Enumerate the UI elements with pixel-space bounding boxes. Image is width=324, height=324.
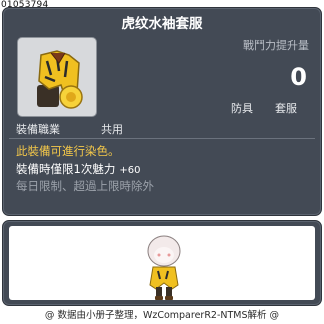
dye-note: 此裝備可進行染色。 — [16, 144, 120, 158]
limit-note: 每日限制、超過上限時除外 — [16, 179, 154, 193]
character-preview-panel — [2, 220, 322, 306]
item-icon-frame — [17, 37, 97, 117]
item-tooltip-panel: 虎纹水袖套服 戰鬥力提升量 0 防具 套服 裝備職業 共用 此裝備可進行染色。 … — [2, 7, 322, 216]
category-outfit: 套服 — [275, 102, 297, 115]
character-avatar-icon — [147, 235, 181, 300]
equip-effect: 裝備時僅限1次魅力 +60 — [16, 161, 140, 177]
divider — [9, 138, 315, 139]
tiger-pattern-outfit-icon — [37, 50, 83, 109]
category-armor: 防具 — [231, 102, 253, 115]
item-title: 虎纹水袖套服 — [121, 16, 203, 32]
combat-power-value: 0 — [290, 63, 307, 91]
combat-power-label: 戰鬥力提升量 — [243, 39, 309, 52]
job-label: 裝備職業 — [16, 123, 60, 136]
preview-stage — [9, 226, 315, 300]
equip-effect-bonus: +60 — [119, 165, 141, 176]
source-footer: @ 数据由小册子整理，WzComparerR2-NTMS解析 @ — [44, 310, 280, 321]
job-value: 共用 — [101, 123, 123, 136]
equip-effect-text: 裝備時僅限1次魅力 — [16, 162, 116, 176]
